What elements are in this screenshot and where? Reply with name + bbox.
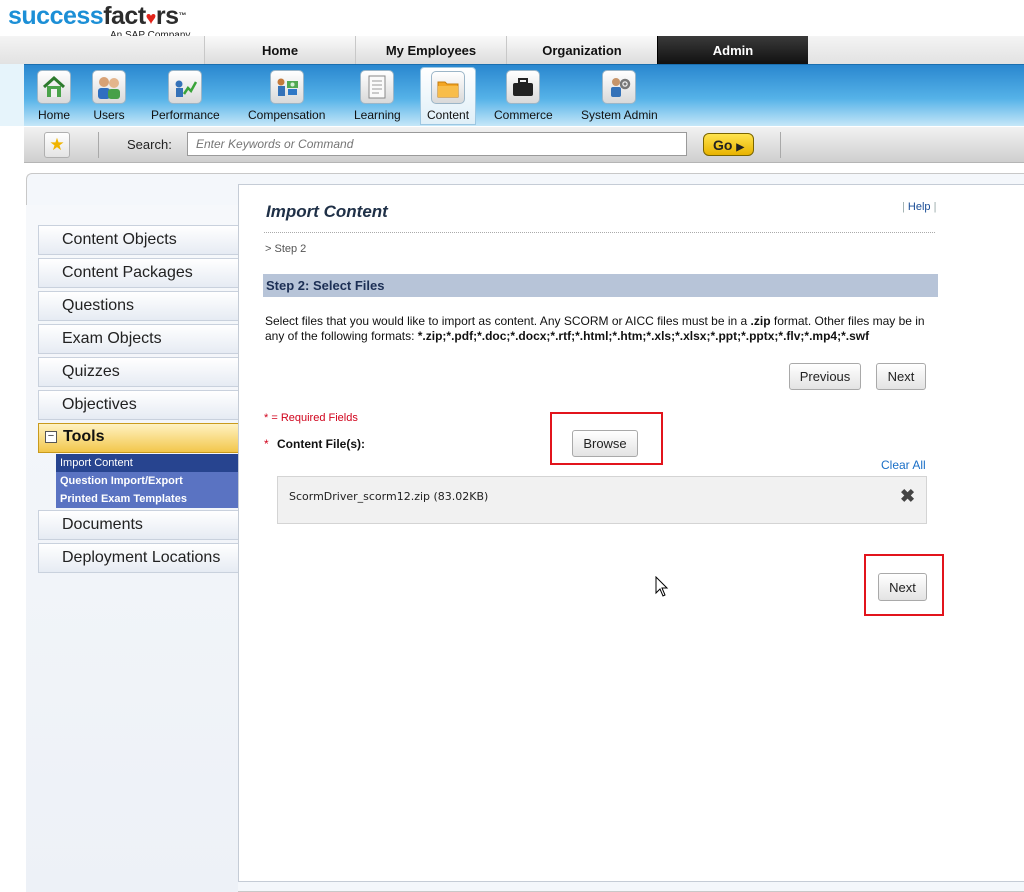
instructions-text: Select files that you would like to impo… bbox=[265, 314, 935, 344]
next-button-top[interactable]: Next bbox=[876, 363, 926, 390]
logo-trademark: ™ bbox=[178, 11, 187, 20]
sidebar-item-content-objects[interactable]: Content Objects bbox=[38, 225, 238, 255]
help-area: | Help | bbox=[902, 201, 936, 213]
sidebar-item-tools[interactable]: − Tools bbox=[38, 423, 252, 453]
search-label: Search: bbox=[127, 137, 172, 152]
module-learning[interactable]: Learning bbox=[354, 70, 401, 122]
content-file-label: Content File(s): bbox=[277, 437, 365, 451]
module-system-admin[interactable]: System Admin bbox=[581, 70, 658, 122]
required-asterisk: * bbox=[264, 437, 269, 451]
help-separator: | bbox=[933, 201, 937, 213]
collapse-minus-icon[interactable]: − bbox=[45, 431, 57, 443]
page-title: Import Content bbox=[266, 202, 388, 221]
topnav-organization[interactable]: Organization bbox=[506, 36, 657, 64]
module-home[interactable]: Home bbox=[37, 70, 71, 122]
logo-text-fact: fact bbox=[103, 2, 146, 30]
help-separator: | bbox=[902, 201, 905, 213]
tools-submenu: Import Content Question Import/Export Pr… bbox=[56, 454, 238, 508]
module-bar: Home Users Performance Compensation Lear… bbox=[24, 64, 1024, 126]
go-button[interactable]: Go ▶ bbox=[703, 133, 754, 156]
search-input[interactable] bbox=[187, 132, 687, 156]
modbar-edge bbox=[0, 64, 24, 126]
module-users[interactable]: Users bbox=[92, 70, 126, 122]
sidebar-item-quizzes[interactable]: Quizzes bbox=[38, 357, 238, 387]
help-link[interactable]: Help bbox=[908, 201, 931, 213]
logo-text-success: success bbox=[8, 2, 104, 30]
title-divider bbox=[264, 232, 935, 233]
module-label: Users bbox=[93, 108, 125, 122]
logo-heart-icon: ♥ bbox=[145, 8, 157, 28]
module-performance[interactable]: Performance bbox=[151, 70, 220, 122]
module-label: System Admin bbox=[581, 108, 658, 122]
module-label: Learning bbox=[354, 108, 401, 122]
sidebar-item-documents[interactable]: Documents bbox=[38, 510, 238, 540]
sidebar-item-content-packages[interactable]: Content Packages bbox=[38, 258, 238, 288]
sidebar-item-objectives[interactable]: Objectives bbox=[38, 390, 238, 420]
remove-file-icon[interactable]: ✖ bbox=[900, 486, 915, 507]
commerce-briefcase-icon bbox=[506, 70, 541, 104]
module-label: Home bbox=[37, 108, 70, 122]
logo-wordmark: successfact♥rs™ bbox=[8, 2, 186, 32]
file-name: ScormDriver_scorm12.zip (83.02KB) bbox=[289, 490, 489, 503]
mouse-pointer-icon bbox=[655, 575, 669, 603]
content-folder-icon bbox=[431, 71, 466, 104]
clear-all-link[interactable]: Clear All bbox=[881, 458, 926, 472]
successfactors-logo[interactable]: successfact♥rs™ An SAP Company bbox=[8, 2, 190, 41]
file-list-item: ScormDriver_scorm12.zip (83.02KB) ✖ bbox=[277, 476, 927, 524]
breadcrumb: > Step 2 bbox=[265, 243, 307, 255]
previous-button[interactable]: Previous bbox=[789, 363, 861, 390]
compensation-icon bbox=[269, 70, 304, 104]
users-icon bbox=[92, 70, 126, 104]
system-admin-icon bbox=[602, 70, 637, 104]
logo-text-rs: rs bbox=[155, 2, 179, 30]
subnav-question-import-export[interactable]: Question Import/Export bbox=[60, 475, 183, 487]
browse-button[interactable]: Browse bbox=[572, 430, 638, 457]
toolbar-divider bbox=[780, 132, 781, 158]
home-icon bbox=[37, 70, 71, 104]
step-heading: Step 2: Select Files bbox=[263, 274, 938, 297]
toolbar-divider bbox=[98, 132, 99, 158]
sidebar-item-deployment-locations[interactable]: Deployment Locations bbox=[38, 543, 238, 573]
module-label: Compensation bbox=[248, 108, 326, 122]
go-button-label: Go bbox=[712, 136, 733, 153]
topnav-my-employees[interactable]: My Employees bbox=[355, 36, 506, 64]
favorites-star-icon[interactable]: ★ bbox=[44, 132, 70, 158]
module-label: Performance bbox=[151, 108, 220, 122]
module-commerce[interactable]: Commerce bbox=[494, 70, 553, 122]
learning-icon bbox=[360, 70, 395, 104]
module-label: Content bbox=[427, 108, 470, 122]
sidebar-item-exam-objects[interactable]: Exam Objects bbox=[38, 324, 238, 354]
performance-icon bbox=[168, 70, 203, 104]
module-content[interactable]: Content bbox=[420, 67, 477, 125]
topnav-admin[interactable]: Admin bbox=[657, 36, 808, 64]
subnav-printed-exam-templates[interactable]: Printed Exam Templates bbox=[60, 493, 187, 505]
instructions-zip: .zip bbox=[750, 314, 771, 328]
topnav-home[interactable]: Home bbox=[204, 36, 355, 64]
tools-label: Tools bbox=[63, 428, 105, 445]
next-button-bottom[interactable]: Next bbox=[878, 573, 927, 601]
module-label: Commerce bbox=[494, 108, 553, 122]
required-fields-note: * = Required Fields bbox=[264, 412, 358, 424]
triangle-right-icon: ▶ bbox=[736, 141, 745, 153]
instructions-formats: *.zip;*.pdf;*.doc;*.docx;*.rtf;*.html;*.… bbox=[417, 329, 870, 343]
instructions-part: Select files that you would like to impo… bbox=[265, 314, 751, 328]
sidebar-item-questions[interactable]: Questions bbox=[38, 291, 238, 321]
module-compensation[interactable]: Compensation bbox=[248, 70, 325, 122]
search-bar: ★ Search: Go ▶ bbox=[24, 127, 1024, 163]
subnav-import-content[interactable]: Import Content bbox=[56, 454, 238, 472]
top-navigation: Home My Employees Organization Admin bbox=[204, 36, 808, 64]
